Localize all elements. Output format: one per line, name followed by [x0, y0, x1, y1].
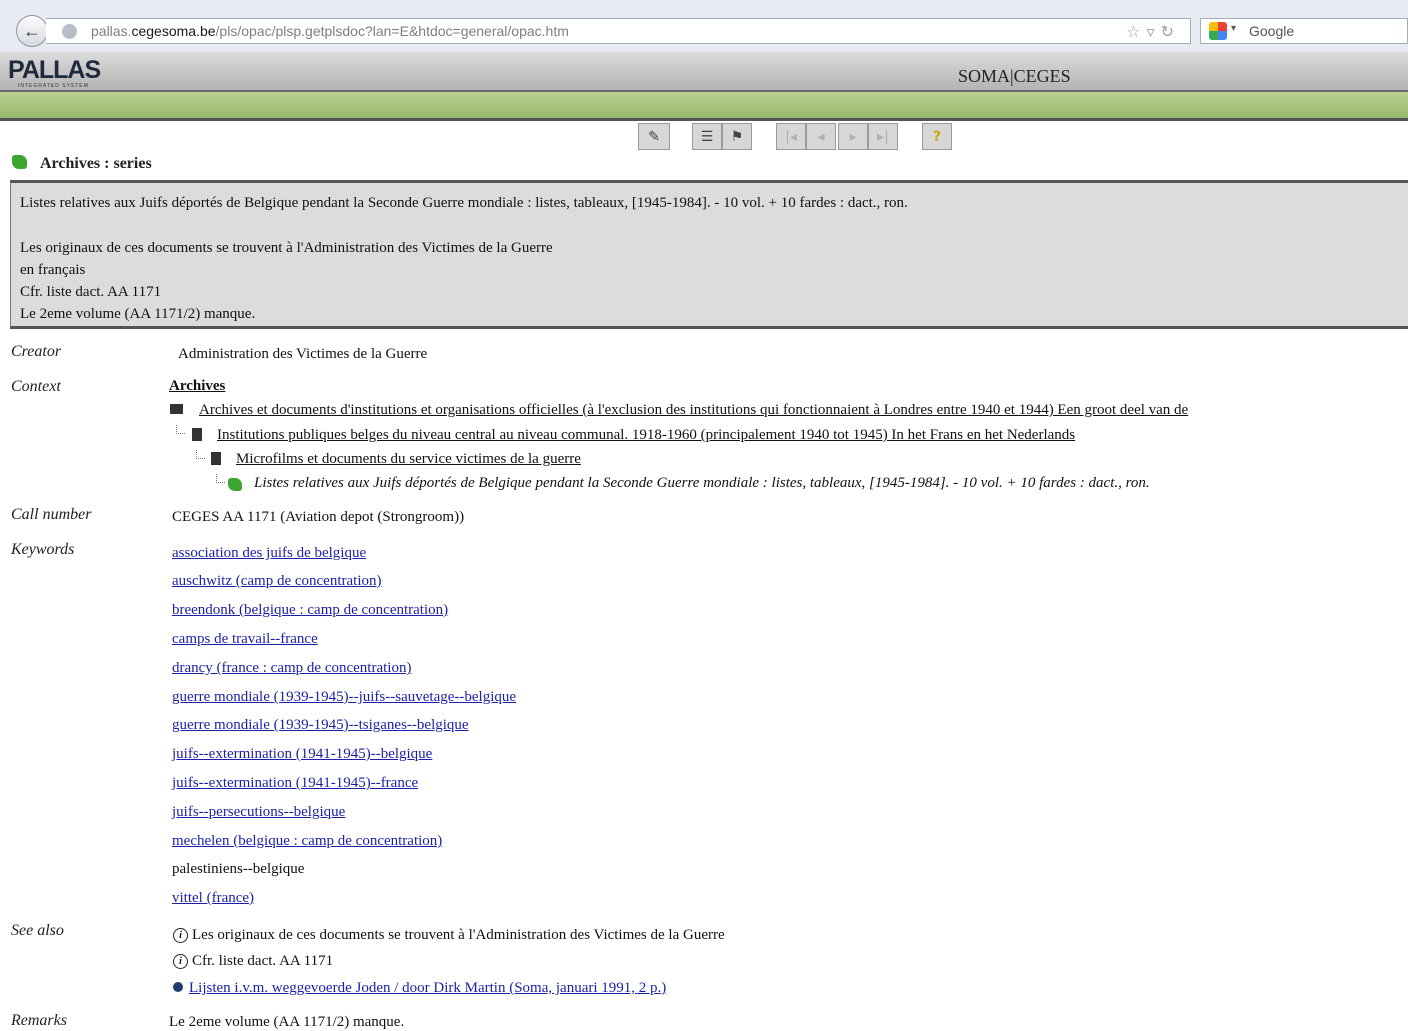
site-identity-icon[interactable]	[62, 24, 77, 39]
description-list-ref: Cfr. liste dact. AA 1171	[20, 284, 162, 300]
series-icon	[228, 478, 242, 491]
keyword-link[interactable]: auschwitz (camp de concentration)	[172, 573, 382, 590]
url-text[interactable]: pallas.cegesoma.be/pls/opac/plsp.getplsd…	[91, 23, 569, 39]
dropdown-icon[interactable]: ▿	[1147, 24, 1161, 41]
keyword-link[interactable]: juifs--extermination (1941-1945)--belgiq…	[172, 746, 432, 763]
fonds-icon	[192, 428, 202, 441]
archives-tree-icon	[170, 404, 183, 414]
keyword-link[interactable]: juifs--persecutions--belgique	[172, 804, 345, 821]
keywords-label: Keywords	[11, 541, 75, 558]
series-icon	[12, 155, 27, 169]
keyword-link[interactable]: guerre mondiale (1939-1945)--juifs--sauv…	[172, 689, 516, 706]
keyword-link[interactable]: juifs--extermination (1941-1945)--france	[172, 775, 418, 792]
seealso-note: i Les originaux de ces documents se trouv…	[173, 927, 725, 944]
creator-label: Creator	[11, 343, 62, 360]
search-box[interactable]: ▾ Google	[1200, 18, 1408, 44]
callnumber-value: CEGES AA 1171 (Aviation depot (Strongroo…	[172, 509, 465, 525]
keyword-link[interactable]: camps de travail--france	[172, 631, 318, 648]
record-description-box: Listes relatives aux Juifs déportés de B…	[10, 180, 1408, 329]
context-level1-link[interactable]: Archives et documents d'institutions et …	[199, 402, 1188, 419]
seealso-link-row: Lijsten i.v.m. weggevoerde Joden / door …	[173, 980, 666, 997]
reload-icon[interactable]: ↻	[1161, 24, 1180, 41]
pallas-logo: PALLAS	[8, 56, 101, 84]
bookmark-star-icon[interactable]: ☆	[1126, 24, 1146, 41]
previous-record-icon[interactable]: ◂	[806, 123, 836, 150]
keyword-link[interactable]: mechelen (belgique : camp de concentrati…	[172, 833, 442, 850]
fonds-icon	[211, 452, 221, 465]
remarks-label: Remarks	[11, 1012, 67, 1029]
back-button[interactable]: ←	[16, 15, 48, 47]
address-bar[interactable]: pallas.cegesoma.be/pls/opac/plsp.getplsd…	[46, 18, 1191, 44]
info-icon: i	[173, 954, 188, 969]
description-note: Les originaux de ces documents se trouve…	[20, 240, 553, 256]
edit-icon[interactable]: ✎	[638, 123, 670, 150]
back-arrow-icon: ←	[23, 20, 41, 41]
search-placeholder: Google	[1249, 23, 1295, 39]
hierarchy-icon[interactable]: ⚑	[722, 123, 752, 150]
context-root-link[interactable]: Archives	[169, 378, 225, 395]
help-icon[interactable]: ?	[922, 123, 952, 150]
pallas-header: PALLAS INTEGRATED SYSTEM SOMA|CEGES	[0, 52, 1408, 92]
section-title: Archives : series	[40, 155, 152, 172]
seealso-note: i Cfr. liste dact. AA 1171	[173, 953, 333, 970]
tree-connector	[216, 474, 225, 483]
keyword-link[interactable]: vittel (france)	[172, 890, 254, 907]
keyword-link[interactable]: drancy (france : camp de concentration)	[172, 660, 411, 677]
seealso-label: See also	[11, 922, 64, 939]
context-current-item: Listes relatives aux Juifs déportés de B…	[254, 475, 1150, 491]
last-record-icon[interactable]: ▸|	[868, 123, 898, 150]
description-title: Listes relatives aux Juifs déportés de B…	[20, 195, 908, 211]
green-banner	[0, 92, 1408, 121]
pallas-logo-subtitle: INTEGRATED SYSTEM	[18, 83, 89, 89]
context-level2-link[interactable]: Institutions publiques belges du niveau …	[217, 427, 1075, 444]
callnumber-label: Call number	[11, 506, 92, 523]
keyword-link[interactable]: association des juifs de belgique	[172, 545, 366, 562]
context-label: Context	[11, 378, 61, 395]
address-bar-icons: ☆▿↻	[1126, 22, 1180, 42]
remarks-value: Le 2eme volume (AA 1171/2) manque.	[169, 1014, 405, 1030]
tree-connector	[196, 450, 205, 459]
first-record-icon[interactable]: |◂	[776, 123, 806, 150]
soma-ceges-logo: SOMA|CEGES	[958, 66, 1071, 86]
description-missing-note: Le 2eme volume (AA 1171/2) manque.	[20, 306, 256, 322]
browser-toolbar: ← pallas.cegesoma.be/pls/opac/plsp.getpl…	[0, 0, 1408, 53]
context-level3-link[interactable]: Microfilms et documents du service victi…	[236, 451, 581, 468]
next-record-icon[interactable]: ▸	[838, 123, 868, 150]
creator-value: Administration des Victimes de la Guerre	[178, 346, 428, 362]
seealso-link[interactable]: Lijsten i.v.m. weggevoerde Joden / door …	[189, 980, 666, 996]
description-language: en français	[20, 262, 86, 278]
tree-connector	[176, 425, 185, 434]
keyword-link[interactable]: guerre mondiale (1939-1945)--tsiganes--b…	[172, 717, 469, 734]
search-engine-dropdown-icon[interactable]: ▾	[1231, 23, 1236, 34]
keyword-text: palestiniens--belgique	[172, 861, 305, 877]
keyword-link[interactable]: breendonk (belgique : camp de concentrat…	[172, 602, 448, 619]
google-search-engine-icon[interactable]	[1209, 22, 1227, 40]
list-icon[interactable]: ☰	[692, 123, 722, 150]
info-icon: i	[173, 928, 188, 943]
globe-icon	[173, 982, 183, 992]
